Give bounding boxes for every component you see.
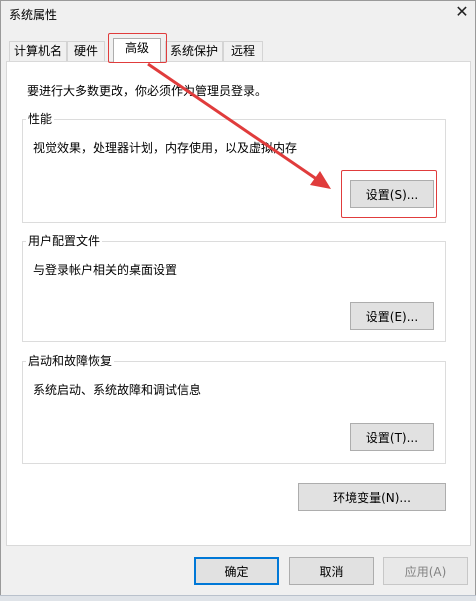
window-title: 系统属性 [9,8,58,22]
apply-button[interactable]: 应用(A) [383,557,468,585]
advanced-tab-panel: 要进行大多数更改，你必须作为管理员登录。 性能 视觉效果，处理器计划，内存使用，… [6,61,471,546]
startup-recovery-description: 系统启动、系统故障和调试信息 [33,383,202,397]
performance-title: 性能 [26,112,55,126]
startup-recovery-title: 启动和故障恢复 [26,354,115,368]
user-profiles-settings-button[interactable]: 设置(E)... [350,302,434,330]
user-profiles-group: 用户配置文件 与登录帐户相关的桌面设置 设置(E)... [22,234,446,342]
close-icon[interactable]: ✕ [453,3,471,21]
system-properties-dialog: 系统属性 ✕ 计算机名 硬件 高级 系统保护 远程 要进行大多数更改，你必须作为… [0,0,476,601]
environment-variables-button[interactable]: 环境变量(N)... [298,483,446,511]
tab-advanced[interactable]: 高级 [113,38,161,62]
performance-settings-button[interactable]: 设置(S)... [350,180,434,208]
user-profiles-description: 与登录帐户相关的桌面设置 [33,263,178,277]
user-profiles-title: 用户配置文件 [26,234,103,248]
tab-computer-name[interactable]: 计算机名 [9,41,67,61]
tab-system-protection[interactable]: 系统保护 [165,41,223,61]
ok-button[interactable]: 确定 [194,557,279,585]
startup-recovery-settings-button[interactable]: 设置(T)... [350,423,434,451]
admin-note: 要进行大多数更改，你必须作为管理员登录。 [27,84,268,98]
tab-hardware[interactable]: 硬件 [67,41,105,61]
startup-recovery-group: 启动和故障恢复 系统启动、系统故障和调试信息 设置(T)... [22,354,446,464]
taskbar-edge [0,595,476,601]
performance-group: 性能 视觉效果，处理器计划，内存使用，以及虚拟内存 设置(S)... [22,112,446,223]
cancel-button[interactable]: 取消 [289,557,374,585]
tab-remote[interactable]: 远程 [223,41,263,61]
performance-description: 视觉效果，处理器计划，内存使用，以及虚拟内存 [33,141,298,155]
